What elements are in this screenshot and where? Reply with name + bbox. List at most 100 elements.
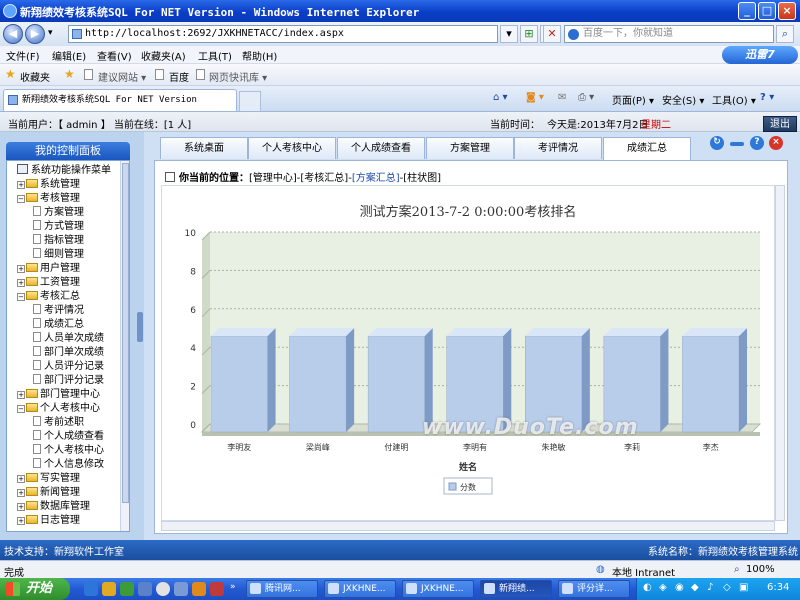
- help-tab-icon[interactable]: ?: [750, 136, 764, 150]
- tray-icon[interactable]: ♪: [707, 582, 713, 593]
- expand-icon[interactable]: +: [17, 181, 25, 189]
- expand-icon[interactable]: +: [17, 517, 25, 525]
- sidebar-item[interactable]: − 个人考核中心: [17, 402, 129, 416]
- expand-icon[interactable]: +: [17, 265, 25, 273]
- menu-edit[interactable]: 编辑(E): [52, 48, 86, 63]
- expand-icon[interactable]: +: [17, 489, 25, 497]
- sidebar-item[interactable]: 个人信息修改: [33, 458, 129, 472]
- chrome-quicklaunch-icon[interactable]: [156, 582, 170, 596]
- collapse-sidebar-icon[interactable]: [137, 312, 143, 342]
- stop-icon[interactable]: ✕: [543, 25, 561, 43]
- nav-tab[interactable]: 成绩汇总: [603, 137, 691, 160]
- safety-menu[interactable]: 安全(S) ▾: [662, 92, 704, 107]
- add-favorite-icon[interactable]: ★: [64, 67, 75, 81]
- start-button[interactable]: 开始: [0, 578, 70, 600]
- menu-help[interactable]: 帮助(H): [242, 48, 277, 63]
- sidebar-item[interactable]: 方案管理: [33, 206, 129, 220]
- more-quicklaunch-icon[interactable]: »: [230, 582, 238, 596]
- sidebar-item[interactable]: 个人成绩查看: [33, 430, 129, 444]
- browser-tab-active[interactable]: 新翔绩效考核系统SQL For NET Version: [3, 89, 237, 111]
- web-slice-link[interactable]: 网页快讯库 ▾: [209, 69, 267, 84]
- expand-icon[interactable]: +: [17, 503, 25, 511]
- expand-icon[interactable]: +: [17, 475, 25, 483]
- xunlei-button[interactable]: 迅雷7: [722, 46, 798, 64]
- app-quicklaunch-icon[interactable]: [174, 582, 188, 596]
- tree-root[interactable]: 系统功能操作菜单: [17, 164, 129, 178]
- sidebar-item[interactable]: 部门单次成绩: [33, 346, 129, 360]
- history-dropdown-icon[interactable]: ▾: [48, 28, 53, 38]
- search-icon[interactable]: ⌕: [776, 25, 794, 43]
- maximize-button[interactable]: □: [758, 2, 776, 20]
- sidebar-item[interactable]: 个人考核中心: [33, 444, 129, 458]
- nav-tab[interactable]: 方案管理: [426, 137, 514, 159]
- exit-button[interactable]: 退出: [763, 116, 797, 132]
- help-icon[interactable]: ? ▾: [760, 92, 774, 103]
- tray-icon[interactable]: ▣: [739, 582, 748, 593]
- minimize-button[interactable]: _: [738, 2, 756, 20]
- taskbar-button[interactable]: JXKHNE...: [324, 580, 396, 598]
- tools-menu[interactable]: 工具(O) ▾: [712, 92, 756, 107]
- tray-icon[interactable]: ◉: [675, 582, 684, 593]
- sidebar-item[interactable]: 人员评分记录: [33, 360, 129, 374]
- feeds-icon[interactable]: ◙ ▾: [526, 92, 544, 103]
- search-input[interactable]: 百度一下，你就知道: [564, 25, 774, 43]
- tray-icon[interactable]: ◈: [659, 582, 667, 593]
- breadcrumb-link[interactable]: [方案汇总]: [352, 173, 400, 184]
- collapse-icon[interactable]: −: [17, 293, 25, 301]
- sidebar-item[interactable]: + 写实管理: [17, 472, 129, 486]
- sidebar-item[interactable]: + 日志管理: [17, 514, 129, 528]
- taskbar-button[interactable]: 评分详...: [558, 580, 630, 598]
- sidebar-item[interactable]: 方式管理: [33, 220, 129, 234]
- nav-tab[interactable]: 考评情况: [514, 137, 602, 159]
- nav-tab[interactable]: 个人成绩查看: [337, 137, 425, 159]
- vertical-scrollbar[interactable]: [775, 185, 785, 521]
- ie-quicklaunch-icon[interactable]: [84, 582, 98, 596]
- back-button[interactable]: ◀: [3, 24, 23, 44]
- menu-view[interactable]: 查看(V): [97, 48, 132, 63]
- clock[interactable]: 6:34: [767, 582, 789, 593]
- close-button[interactable]: ×: [778, 2, 796, 20]
- nav-tab[interactable]: 系统桌面: [160, 137, 248, 159]
- nav-tab[interactable]: 个人考核中心: [248, 137, 336, 159]
- taskbar-button[interactable]: 腾讯网...: [246, 580, 318, 598]
- desktop-quicklaunch-icon[interactable]: [138, 582, 152, 596]
- expand-icon[interactable]: +: [17, 391, 25, 399]
- media-quicklaunch-icon[interactable]: [120, 582, 134, 596]
- app2-quicklaunch-icon[interactable]: [210, 582, 224, 596]
- close-tab-icon[interactable]: ×: [769, 136, 783, 150]
- sidebar-item[interactable]: − 考核管理: [17, 192, 129, 206]
- sidebar-scrollbar[interactable]: [120, 161, 129, 531]
- collapse-icon[interactable]: −: [17, 405, 25, 413]
- firefox-quicklaunch-icon[interactable]: [192, 582, 206, 596]
- sidebar-item[interactable]: 部门评分记录: [33, 374, 129, 388]
- print-icon[interactable]: ⎙ ▾: [578, 92, 594, 103]
- sidebar-item[interactable]: 考前述职: [33, 416, 129, 430]
- zoom-icon[interactable]: ⌕: [734, 564, 740, 575]
- tray-icon[interactable]: ◆: [691, 582, 699, 593]
- tray-icon[interactable]: ◐: [643, 582, 652, 593]
- baidu-link[interactable]: 百度: [169, 69, 189, 84]
- sidebar-item[interactable]: 指标管理: [33, 234, 129, 248]
- explorer-quicklaunch-icon[interactable]: [102, 582, 116, 596]
- favorites-button[interactable]: 收藏夹: [20, 69, 50, 84]
- sidebar-splitter[interactable]: [136, 132, 144, 540]
- taskbar-button[interactable]: 新翔绩...: [480, 580, 552, 598]
- horizontal-scrollbar[interactable]: [161, 521, 775, 531]
- sidebar-item[interactable]: + 用户管理: [17, 262, 129, 276]
- sidebar-scrollbar-thumb[interactable]: [122, 163, 129, 503]
- new-tab-button[interactable]: [239, 91, 261, 111]
- sidebar-item[interactable]: 考评情况: [33, 304, 129, 318]
- sidebar-item[interactable]: + 系统管理: [17, 178, 129, 192]
- sidebar-item[interactable]: + 数据库管理: [17, 500, 129, 514]
- taskbar-button[interactable]: JXKHNE...: [402, 580, 474, 598]
- sidebar-item[interactable]: 人员单次成绩: [33, 332, 129, 346]
- menu-tools[interactable]: 工具(T): [198, 48, 232, 63]
- address-dropdown-button[interactable]: ▾: [500, 25, 518, 43]
- sidebar-item[interactable]: + 部门管理中心: [17, 388, 129, 402]
- mail-icon[interactable]: ✉: [558, 92, 566, 103]
- compat-view-icon[interactable]: ⊞: [520, 25, 538, 43]
- page-menu[interactable]: 页面(P) ▾: [612, 92, 654, 107]
- refresh-tab-icon[interactable]: ↻: [710, 136, 724, 150]
- zoom-text[interactable]: 100%: [746, 564, 775, 575]
- collapse-icon[interactable]: −: [17, 195, 25, 203]
